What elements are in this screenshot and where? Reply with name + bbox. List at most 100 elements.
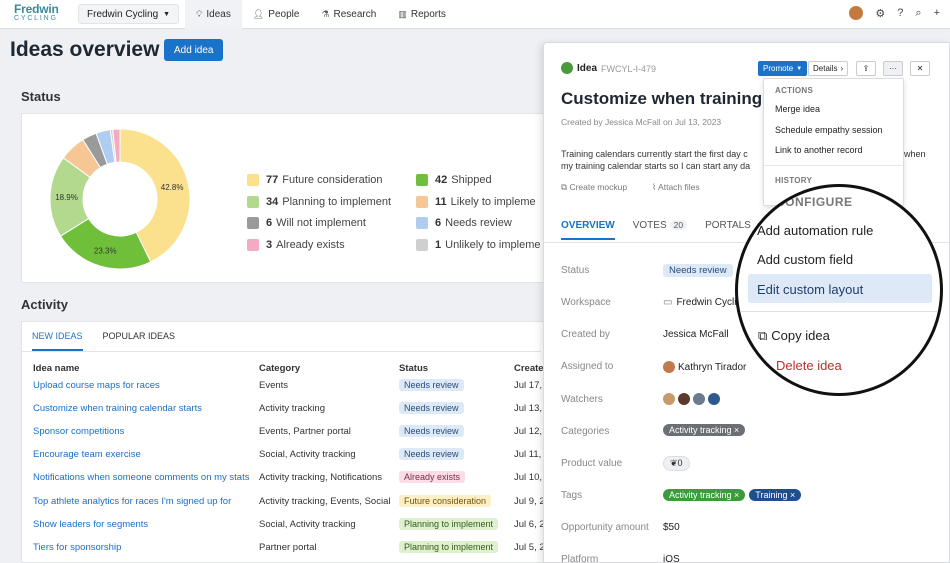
status-badge[interactable]: Needs review [399,379,464,391]
column-header-created[interactable]: Create [514,363,544,374]
watcher-avatar [708,393,720,405]
gear-icon[interactable]: ⚙ [875,7,885,20]
legend-count: 6 [435,217,442,229]
legend-item[interactable]: 3 Already exists [247,238,345,251]
idea-name-link[interactable]: Tiers for sponsorship [33,542,255,553]
product-value[interactable]: ❦0 [663,456,690,471]
field-label-tags: Tags [561,490,583,501]
idea-name-link[interactable]: Sponsor competitions [33,426,255,437]
menu-item-schedule-empathy-session[interactable]: Schedule empathy session [775,125,883,135]
add-idea-button[interactable]: Add idea [164,39,224,61]
app-logo[interactable]: Fredwin CYCLING [14,3,74,23]
share-icon[interactable]: ⇪ [856,61,876,76]
assigned-to-value[interactable]: Kathryn Tirador [678,362,746,373]
status-donut-chart: 42.8% 18.9% 23.3% [49,128,191,270]
menu-item-copy-idea[interactable]: ⧉ Copy idea [758,328,830,344]
watcher-avatar [663,393,675,405]
promote-button[interactable]: Promote ▼ [758,61,808,76]
help-icon[interactable]: ? [897,7,903,19]
legend-item[interactable]: 34 Planning to implement [247,195,391,208]
created-by-value[interactable]: Jessica McFall [663,329,729,340]
status-badge[interactable]: Future consideration [399,494,492,507]
table-row[interactable]: Encourage team exercise Social, Activity … [21,444,541,467]
legend-item[interactable]: 6 Will not implement [247,217,366,229]
table-row[interactable]: Show leaders for segments Social, Activit… [21,514,545,537]
legend-count: 11 [435,195,447,208]
nav-reports[interactable]: ▥ Reports [387,0,457,29]
idea-name-link[interactable]: Upload course maps for races [33,380,255,391]
tab-new-ideas[interactable]: NEW IDEAS [32,331,83,351]
menu-item-merge-idea[interactable]: Merge idea [775,104,820,114]
created-date-cell: Jul 11, [514,449,542,461]
column-header-status[interactable]: Status [399,363,428,374]
idea-name-link[interactable]: Show leaders for segments [33,519,255,530]
tag-chip[interactable]: Training × [749,489,802,501]
status-badge[interactable]: Needs review [399,425,464,438]
idea-title[interactable]: Customize when training [561,89,771,109]
slice-percent-label: 42.8% [161,183,184,192]
legend-item[interactable]: 11 Likely to impleme [416,195,536,208]
idea-name-link[interactable]: Top athlete analytics for races I'm sign… [33,496,255,507]
workspace-selector[interactable]: Fredwin Cycling ▼ [78,4,180,24]
legend-item[interactable]: 42 Shipped [416,174,492,186]
slice-percent-label: 23.3% [94,246,117,255]
table-row[interactable]: Customize when training calendar starts A… [21,398,542,421]
table-row[interactable]: Tiers for sponsorship Partner portal Plann… [21,537,545,560]
column-header-idea-name[interactable]: Idea name [33,363,79,374]
tab-overview[interactable]: OVERVIEW [561,220,615,240]
tab-divider [21,351,541,352]
search-icon[interactable]: ⌕ [915,7,921,20]
status-badge[interactable]: Needs review [663,264,733,277]
idea-name-link[interactable]: Customize when training calendar starts [33,403,255,414]
category-cell: Social, Activity tracking [259,518,356,530]
status-badge[interactable]: Planning to implement [399,517,499,530]
status-badge[interactable]: Already exists [399,471,466,484]
nav-ideas[interactable]: 💡︎ Ideas [185,0,242,29]
menu-item-link-record[interactable]: Link to another record [775,145,863,155]
watchers-list[interactable] [663,393,720,405]
platform-value[interactable]: iOS [663,554,680,562]
more-options-icon[interactable]: ··· [883,61,903,76]
tab-votes[interactable]: VOTES 20 [633,220,688,240]
table-row[interactable]: Notifications when someone comments on m… [21,467,542,490]
plus-icon[interactable]: + [934,7,940,19]
legend-label: Will not implement [276,217,366,229]
menu-item-delete-idea[interactable]: Delete idea [776,358,842,373]
menu-item-edit-custom-layout[interactable]: Edit custom layout [757,282,863,297]
record-id[interactable]: FWCYL-I-479 [601,64,656,74]
page-title: Ideas overview [10,38,160,61]
field-label-categories: Categories [561,426,610,437]
legend-item[interactable]: 1 Unlikely to impleme [416,238,541,251]
menu-item-add-custom-field[interactable]: Add custom field [757,252,853,267]
table-row[interactable]: Upload course maps for races Events Needs … [21,375,542,398]
nav-research[interactable]: ⚗︎ Research [310,0,387,29]
close-icon[interactable]: ✕ [910,61,930,76]
category-cell: Partner portal [259,541,317,553]
create-mockup-button[interactable]: ⧉ Create mockup [561,182,627,193]
tab-portals[interactable]: PORTALS [705,220,751,240]
status-badge[interactable]: Needs review [399,402,464,415]
attach-files-button[interactable]: ⌇ Attach files [652,182,700,193]
table-row[interactable]: Top athlete analytics for races I'm sign… [21,491,545,514]
details-button[interactable]: Details › [808,61,849,76]
nav-people[interactable]: 👤︎ People [242,0,311,29]
category-chip[interactable]: Activity tracking × [663,424,746,436]
legend-item[interactable]: 77 Future consideration [247,174,383,186]
tag-chip[interactable]: Activity tracking × [663,489,746,501]
legend-item[interactable]: 6 Needs review [416,217,512,229]
field-label-platform: Platform [561,554,599,563]
user-avatar[interactable] [849,6,864,20]
idea-icon [561,62,573,74]
idea-name-link[interactable]: Encourage team exercise [33,449,255,460]
field-label-workspace: Workspace [561,297,611,308]
legend-swatch [247,195,259,208]
tab-popular-ideas[interactable]: POPULAR IDEAS [103,331,176,351]
opportunity-amount-value[interactable]: $50 [663,522,680,533]
status-badge[interactable]: Planning to implement [399,540,499,553]
table-row[interactable]: Sponsor competitions Events, Partner port… [21,421,542,444]
menu-item-add-automation-rule[interactable]: Add automation rule [757,223,873,238]
category-cell: Activity tracking, Notifications [259,472,383,484]
status-badge[interactable]: Needs review [399,448,464,461]
idea-name-link[interactable]: Notifications when someone comments on m… [33,472,255,483]
column-header-category[interactable]: Category [259,363,300,374]
